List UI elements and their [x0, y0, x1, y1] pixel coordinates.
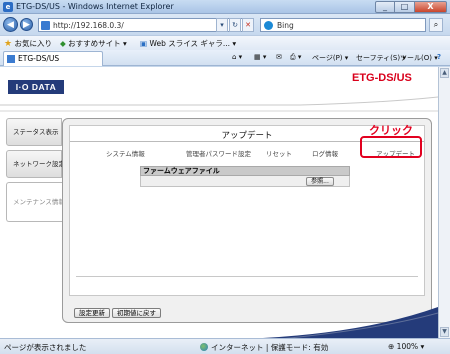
bing-icon: [264, 21, 273, 30]
content-divider: [76, 276, 418, 277]
page-icon: [41, 21, 50, 30]
firmware-section-heading: ファームウェアファイル: [140, 166, 350, 176]
mail-icon[interactable]: ✉: [276, 53, 282, 61]
sidebar: ステータス表示 ネットワーク設定 メンテナンス情報: [6, 118, 65, 226]
safety-menu[interactable]: セーフティ(S) ▾: [356, 53, 406, 63]
web-slice-gallery-label: Web スライス ギャラ... ▾: [149, 39, 237, 48]
scroll-down-icon[interactable]: ▼: [440, 327, 449, 337]
zoom-icon: ⊕: [388, 342, 397, 351]
tools-menu[interactable]: ツール(O) ▾: [400, 53, 438, 63]
scroll-up-icon[interactable]: ▲: [440, 68, 449, 78]
page-menu[interactable]: ページ(P) ▾: [312, 53, 348, 63]
footer-swoosh: [262, 307, 438, 338]
globe-icon: [200, 343, 208, 351]
web-slice-icon: ▣: [140, 39, 148, 48]
security-zone-text: インターネット | 保護モード: 有効: [211, 343, 329, 352]
suggested-sites-icon: ◆: [60, 39, 66, 48]
refresh-icon[interactable]: ↻: [229, 18, 241, 32]
menu-log-info[interactable]: ログ情報: [312, 148, 338, 158]
click-annotation-box: [360, 136, 422, 158]
favorites-button[interactable]: ★ お気に入り: [4, 38, 52, 49]
sidebar-item-network[interactable]: ネットワーク設定: [6, 150, 65, 178]
menu-reset[interactable]: リセット: [266, 148, 292, 158]
search-icon[interactable]: ⌕: [429, 18, 443, 32]
address-text: http://192.168.0.3/: [53, 21, 124, 30]
firmware-file-row: 参照...: [140, 176, 350, 187]
zoom-level: 100%: [396, 342, 419, 351]
ie-icon: e: [3, 2, 13, 12]
page-viewport: I·O DATA ETG-DS/US ステータス表示 ネットワーク設定 メンテナ…: [0, 67, 438, 338]
vertical-scrollbar[interactable]: ▲ ▼: [438, 67, 450, 338]
feeds-icon[interactable]: ▦ ▾: [254, 53, 266, 61]
back-button[interactable]: ◀: [3, 17, 18, 32]
search-input[interactable]: Bing: [260, 18, 426, 32]
address-toolbar: ◀ ▶ http://192.168.0.3/ ▾ ↻ ✕ Bing ⌕: [0, 14, 450, 35]
status-bar: ページが表示されました インターネット | 保護モード: 有効 ⊕ 100% ▾: [0, 338, 450, 354]
zoom-control[interactable]: ⊕ 100% ▾: [388, 342, 424, 351]
product-name: ETG-DS/US: [352, 72, 412, 84]
restore-defaults-button[interactable]: 初期値に戻す: [112, 308, 161, 318]
home-icon[interactable]: ⌂ ▾: [232, 53, 242, 61]
close-button[interactable]: X: [415, 1, 447, 13]
status-message: ページが表示されました: [4, 343, 87, 352]
search-engine-label: Bing: [277, 21, 294, 30]
minimize-button[interactable]: _: [375, 1, 395, 13]
tab-title: ETG-DS/US: [18, 54, 60, 63]
browse-button[interactable]: 参照...: [306, 177, 334, 186]
window-titlebar: e ETG-DS/US - Windows Internet Explorer …: [0, 0, 450, 14]
address-dropdown-icon[interactable]: ▾: [216, 18, 228, 32]
forward-button[interactable]: ▶: [20, 18, 33, 31]
window-title: ETG-DS/US - Windows Internet Explorer: [16, 2, 174, 11]
print-icon[interactable]: ⎙ ▾: [290, 53, 301, 62]
menu-system-info[interactable]: システム情報: [106, 148, 145, 158]
tab-page-icon: [7, 55, 15, 63]
security-zone: インターネット | 保護モード: 有効: [200, 342, 328, 353]
maximize-button[interactable]: □: [395, 1, 415, 13]
help-icon[interactable]: ?: [437, 53, 441, 61]
favorites-bar: ★ お気に入り ◆ おすすめサイト ▾ ▣ Web スライス ギャラ... ▾: [0, 35, 450, 50]
sidebar-item-status[interactable]: ステータス表示: [6, 118, 62, 146]
apply-settings-button[interactable]: 設定更新: [74, 308, 110, 318]
star-icon: ★: [4, 39, 13, 49]
window-controls: _ □ X: [375, 1, 447, 13]
suggested-sites-link[interactable]: ◆ おすすめサイト ▾: [60, 38, 127, 49]
web-slice-gallery-link[interactable]: ▣ Web スライス ギャラ... ▾: [140, 38, 236, 49]
tab-bar: ETG-DS/US ⌂ ▾ ▦ ▾ ✉ ⎙ ▾ ページ(P) ▾ セーフティ(S…: [0, 50, 450, 66]
footer-buttons: 設定更新 初期値に戻す: [74, 308, 161, 318]
tab-etg-ds-us[interactable]: ETG-DS/US: [3, 51, 103, 66]
sidebar-item-maintenance[interactable]: メンテナンス情報: [6, 182, 65, 222]
iodata-logo: I·O DATA: [8, 80, 64, 94]
suggested-sites-label: おすすめサイト ▾: [68, 39, 127, 48]
stop-icon[interactable]: ✕: [242, 18, 254, 32]
menu-admin-password[interactable]: 管理者パスワード設定: [186, 148, 251, 158]
favorites-label: お気に入り: [14, 39, 52, 48]
